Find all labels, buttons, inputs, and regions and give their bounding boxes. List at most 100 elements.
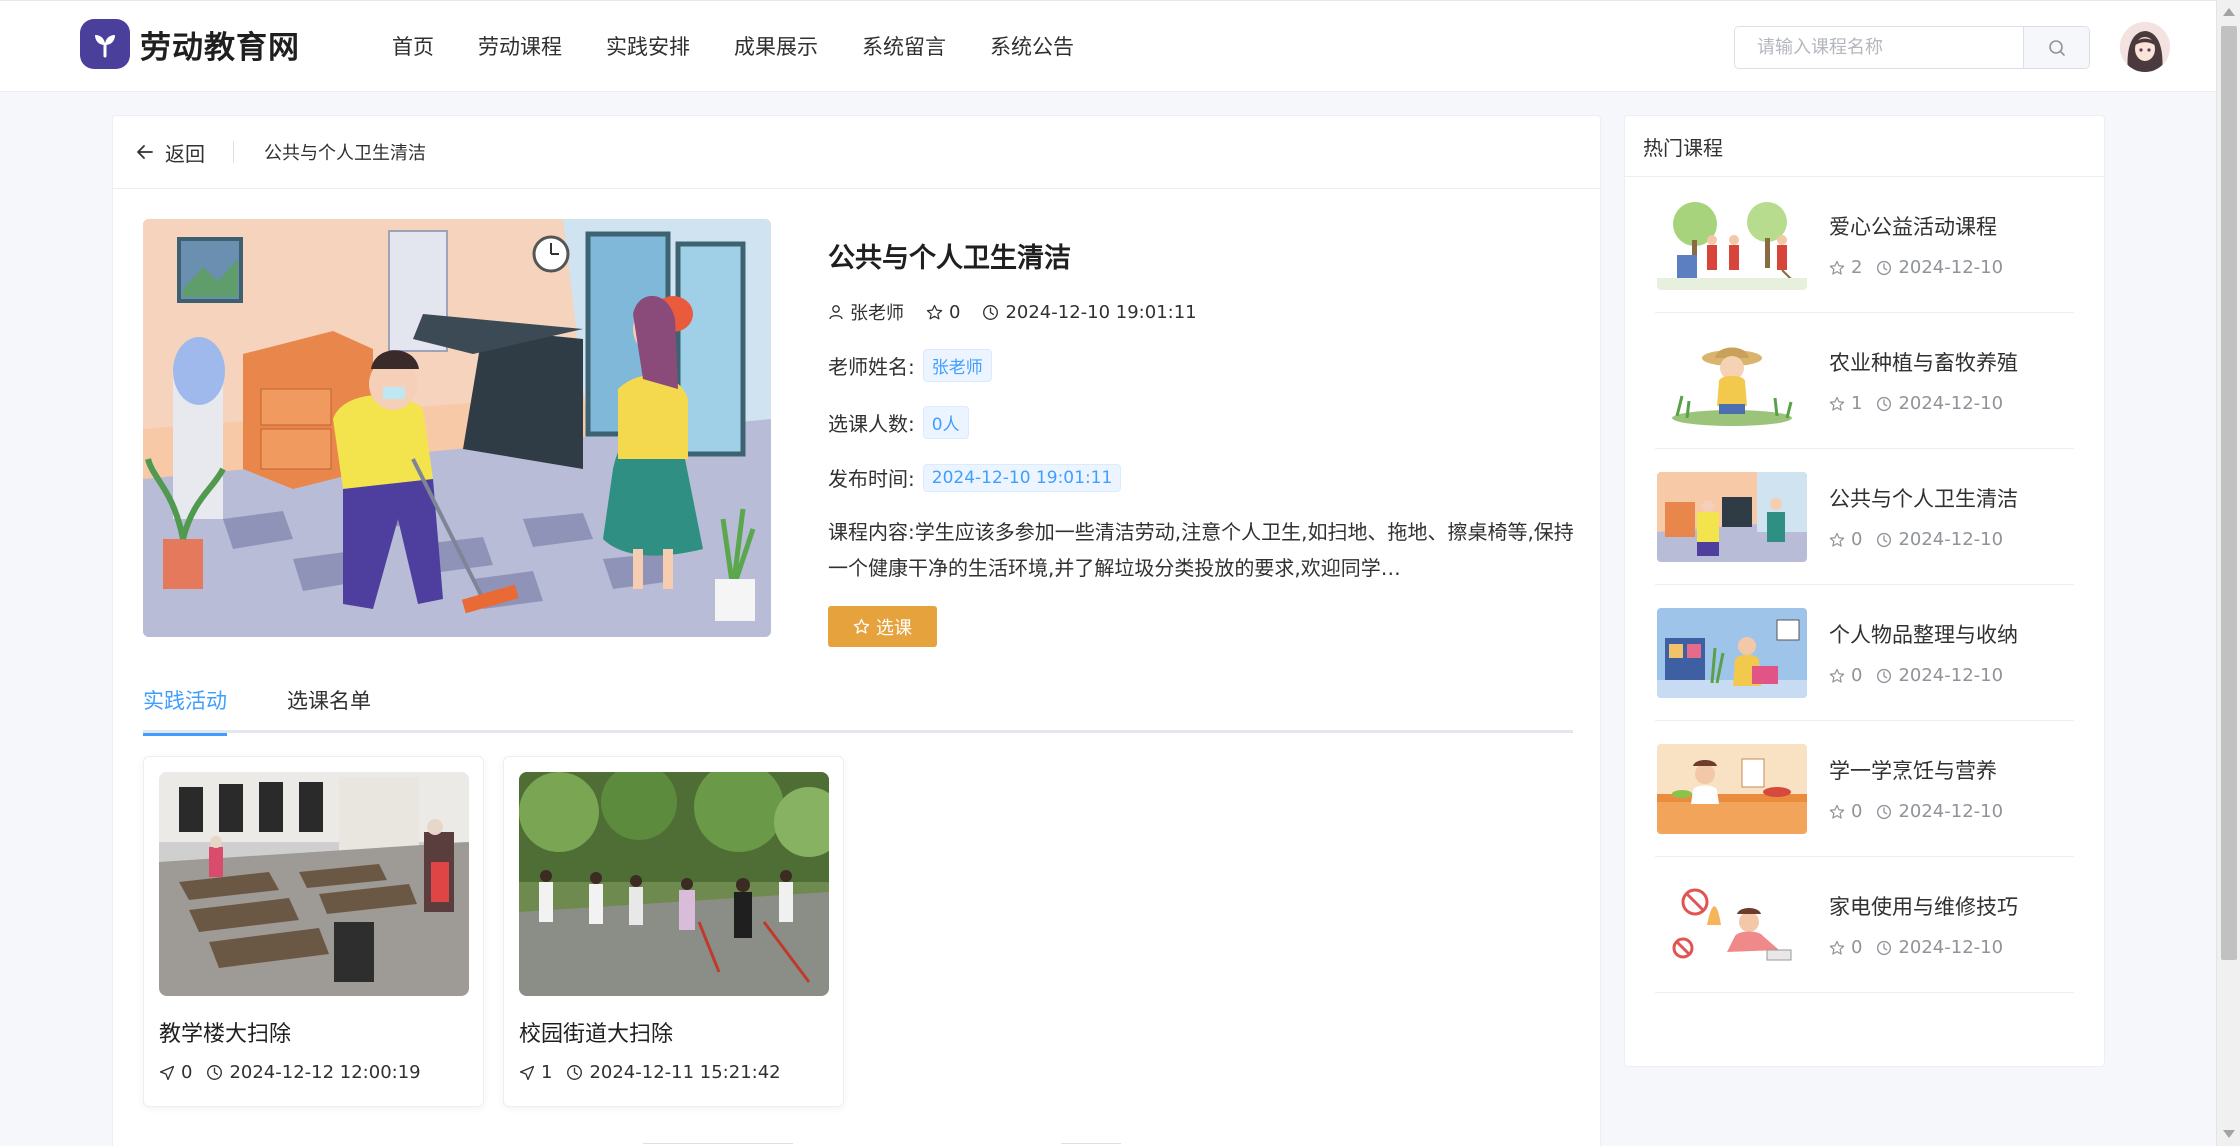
hot-course-meta: 0 2024-12-10 [1829, 665, 2018, 686]
hot-course-item[interactable]: 农业种植与畜牧养殖 1 2024-12-10 [1655, 313, 2074, 449]
back-label: 返回 [165, 141, 205, 166]
course-stars: 0 [949, 301, 961, 323]
hot-course-title: 公共与个人卫生清洁 [1829, 487, 2018, 511]
hot-courses-list: 爱心公益活动课程 2 2024-12-10 农业种植与畜牧养殖 1 2024-1… [1625, 177, 2104, 993]
clock-icon [1877, 532, 1892, 547]
search-button[interactable] [2023, 27, 2089, 68]
hot-course-item[interactable]: 公共与个人卫生清洁 0 2024-12-10 [1655, 449, 2074, 585]
hot-course-stars-meta: 1 [1829, 393, 1862, 414]
publish-label: 发布时间: [828, 467, 915, 491]
course-teacher: 张老师 [850, 303, 904, 324]
page-scrollbar[interactable] [2216, 0, 2240, 1146]
hot-course-meta: 2 2024-12-10 [1829, 257, 2017, 278]
breadcrumb-divider [233, 141, 234, 163]
hot-course-date-meta: 2024-12-10 [1876, 801, 2003, 822]
course-teacher-meta: 张老师 [828, 299, 904, 325]
hot-course-text: 学一学烹饪与营养 0 2024-12-10 [1829, 755, 2017, 822]
activity-datetime: 2024-12-11 15:21:42 [589, 1062, 781, 1083]
count-row: 选课人数: 0人 [828, 406, 1578, 439]
hot-course-stars-meta: 0 [1829, 665, 1862, 686]
activity-card[interactable]: 校园街道大扫除 1 2024-12-11 15:21:42 [503, 756, 844, 1107]
clock-icon [1877, 396, 1892, 411]
sprout-icon [80, 19, 130, 69]
course-content: 课程内容:学生应该多参加一些清洁劳动,注意个人卫生,如扫地、拖地、擦桌椅等,保持… [828, 520, 1574, 580]
course-title: 公共与个人卫生清洁 [828, 243, 1071, 274]
activity-title: 校园街道大扫除 [519, 1022, 674, 1047]
search-icon [2048, 39, 2065, 56]
activity-likes-meta: 0 [159, 1062, 192, 1083]
activity-card[interactable]: 教学楼大扫除 0 2024-12-12 12:00:19 [143, 756, 484, 1107]
nav-item-announcements[interactable]: 系统公告 [990, 31, 1074, 61]
top-header: 劳动教育网 首页 劳动课程 实践安排 成果展示 系统留言 系统公告 [0, 0, 2216, 92]
user-avatar[interactable] [2120, 22, 2170, 72]
hot-course-date: 2024-12-10 [1898, 937, 2004, 958]
hot-course-date: 2024-12-10 [1898, 801, 2004, 822]
send-icon [519, 1065, 535, 1080]
hot-course-thumbnail [1657, 471, 1807, 562]
scrollbar-thumb[interactable] [2221, 26, 2237, 960]
hot-course-stars: 1 [1851, 393, 1863, 414]
hot-course-text: 爱心公益活动课程 2 2024-12-10 [1829, 211, 2017, 278]
hot-course-date-meta: 2024-12-10 [1876, 937, 2003, 958]
publish-row: 发布时间: 2024-12-10 19:01:11 [828, 463, 1578, 492]
activity-meta: 1 2024-12-11 15:21:42 [519, 1062, 828, 1083]
course-detail-panel: 返回 公共与个人卫生清洁 公共与个人卫生清洁 张老师 0 2024-12-10 … [112, 115, 1601, 1146]
nav-item-home[interactable]: 首页 [392, 31, 434, 61]
course-time-meta: 2024-12-10 19:01:11 [982, 302, 1197, 323]
hot-course-title: 农业种植与畜牧养殖 [1829, 351, 2018, 375]
hot-course-stars: 0 [1851, 665, 1863, 686]
teacher-label: 老师姓名: [828, 355, 915, 379]
hot-course-meta: 0 2024-12-10 [1829, 801, 2017, 822]
hot-course-text: 公共与个人卫生清洁 0 2024-12-10 [1829, 483, 2018, 550]
breadcrumb: 返回 公共与个人卫生清洁 [113, 116, 1600, 189]
select-course-button[interactable]: 选课 [828, 606, 937, 647]
back-button[interactable]: 返回 [135, 138, 205, 167]
logo-text: 劳动教育网 [140, 29, 300, 66]
hot-course-date-meta: 2024-12-10 [1876, 665, 2003, 686]
hot-course-stars: 2 [1851, 257, 1863, 278]
site-logo[interactable]: 劳动教育网 [80, 19, 300, 69]
search-input[interactable] [1735, 27, 2023, 68]
publish-tag: 2024-12-10 19:01:11 [922, 463, 1122, 492]
hot-course-thumbnail [1657, 879, 1807, 970]
hot-course-date-meta: 2024-12-10 [1876, 529, 2003, 550]
hot-course-date-meta: 2024-12-10 [1876, 257, 2003, 278]
tab-practice-activities[interactable]: 实践活动 [143, 683, 227, 736]
scroll-up-arrow-icon[interactable] [2223, 8, 2235, 16]
clock-icon [1877, 668, 1892, 683]
hot-course-title: 个人物品整理与收纳 [1829, 623, 2018, 647]
nav-item-results[interactable]: 成果展示 [734, 31, 818, 61]
star-icon [1829, 940, 1845, 955]
activity-title: 教学楼大扫除 [159, 1022, 292, 1047]
hot-course-thumbnail [1657, 743, 1807, 834]
hot-courses-panel: 热门课程 爱心公益活动课程 2 2024-12-10 农业种植与畜牧养殖 1 2… [1624, 115, 2105, 1067]
hot-course-meta: 1 2024-12-10 [1829, 393, 2018, 414]
course-meta: 张老师 0 2024-12-10 19:01:11 [828, 299, 1578, 325]
hot-course-thumbnail [1657, 335, 1807, 426]
select-course-label: 选课 [876, 617, 912, 639]
hot-course-date: 2024-12-10 [1898, 393, 2004, 414]
scroll-down-arrow-icon[interactable] [2223, 1130, 2235, 1138]
clock-icon [207, 1065, 223, 1080]
hot-course-date: 2024-12-10 [1898, 529, 2004, 550]
hot-course-stars: 0 [1851, 801, 1863, 822]
hot-course-stars-meta: 0 [1829, 937, 1862, 958]
activity-list: 教学楼大扫除 0 2024-12-12 12:00:19 校园街道大扫除 1 2… [143, 756, 863, 1107]
tab-enrollment-list[interactable]: 选课名单 [287, 683, 371, 733]
hot-course-stars: 0 [1851, 937, 1863, 958]
star-icon [1829, 260, 1845, 275]
nav-item-courses[interactable]: 劳动课程 [478, 31, 562, 61]
hot-course-item[interactable]: 家电使用与维修技巧 0 2024-12-10 [1655, 857, 2074, 993]
hot-course-item[interactable]: 个人物品整理与收纳 0 2024-12-10 [1655, 585, 2074, 721]
hot-course-item[interactable]: 学一学烹饪与营养 0 2024-12-10 [1655, 721, 2074, 857]
activity-meta: 0 2024-12-12 12:00:19 [159, 1062, 468, 1083]
nav-item-messages[interactable]: 系统留言 [862, 31, 946, 61]
hot-course-text: 家电使用与维修技巧 0 2024-12-10 [1829, 891, 2018, 958]
course-cover-image [143, 219, 771, 637]
user-icon [829, 305, 843, 320]
count-tag: 0人 [922, 406, 969, 439]
hot-course-item[interactable]: 爱心公益活动课程 2 2024-12-10 [1655, 177, 2074, 313]
nav-item-practice[interactable]: 实践安排 [606, 31, 690, 61]
star-icon [853, 618, 870, 634]
hot-course-thumbnail [1657, 199, 1807, 290]
